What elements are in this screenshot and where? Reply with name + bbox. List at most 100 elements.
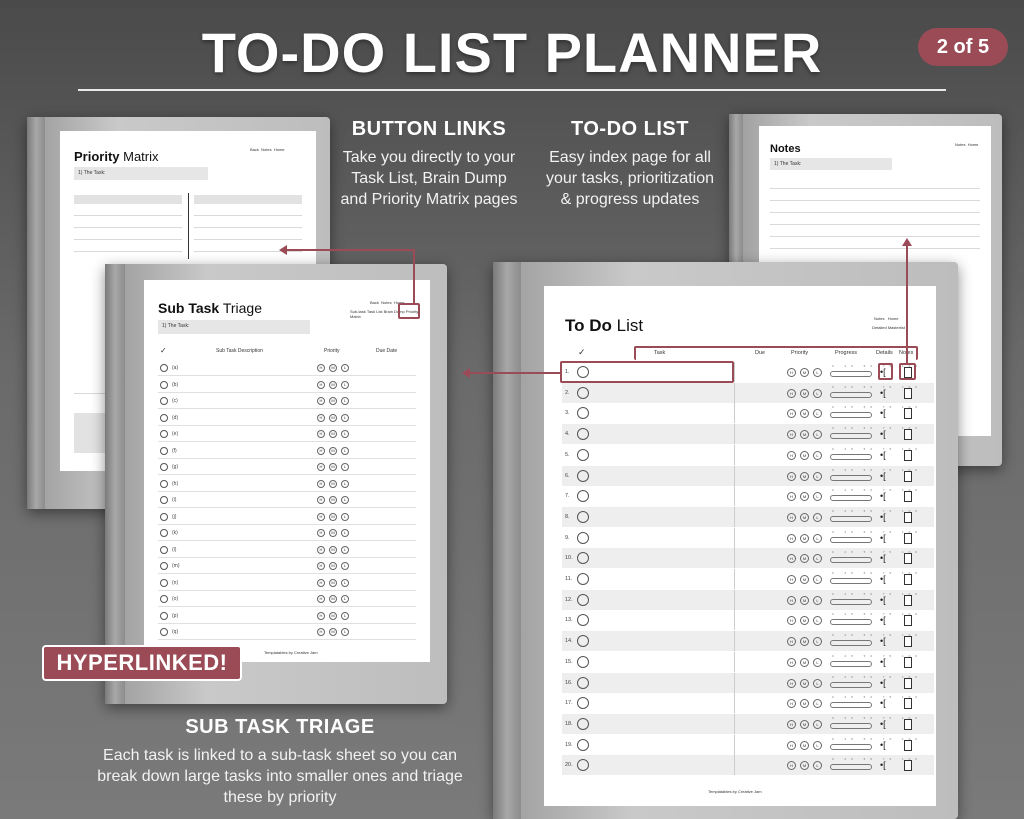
priority-l-button[interactable]: L: [813, 657, 822, 667]
priority-l-button[interactable]: L: [813, 450, 822, 460]
notes-clipboard-icon[interactable]: [904, 656, 912, 668]
priority-l-button[interactable]: L: [813, 388, 822, 398]
notes-clipboard-icon[interactable]: [904, 449, 912, 461]
priority-m-button[interactable]: M: [329, 562, 337, 570]
priority-m-button[interactable]: M: [800, 450, 809, 460]
priority-h-button[interactable]: H: [787, 409, 796, 419]
priority-m-button[interactable]: M: [329, 545, 337, 554]
details-link-icon[interactable]: •[: [880, 491, 886, 501]
sub-task-row[interactable]: (m) H M L: [158, 558, 416, 574]
progress-bar[interactable]: [830, 412, 872, 419]
sub-task-row[interactable]: (n) H M L: [158, 575, 416, 591]
priority-l-button[interactable]: L: [341, 364, 349, 372]
notes-clipboard-icon[interactable]: [904, 387, 912, 399]
priority-l-button[interactable]: L: [341, 463, 349, 471]
priority-l-button[interactable]: L: [813, 719, 822, 729]
sub-task-row[interactable]: (d) H M L: [158, 410, 416, 426]
details-link-icon[interactable]: •[: [880, 595, 886, 605]
priority-m-button[interactable]: M: [800, 761, 809, 771]
priority-h-button[interactable]: H: [787, 471, 796, 481]
progress-bar[interactable]: [830, 495, 872, 502]
priority-l-button[interactable]: L: [341, 529, 349, 537]
priority-h-button[interactable]: H: [787, 657, 796, 667]
checkbox-circle[interactable]: [160, 628, 168, 636]
progress-bar[interactable]: [830, 578, 872, 584]
checkbox-circle[interactable]: [160, 479, 168, 488]
priority-h-button[interactable]: H: [317, 611, 325, 620]
notes-clipboard-icon[interactable]: [904, 615, 912, 627]
notes-clipboard-icon[interactable]: [904, 470, 912, 482]
sub-task-row[interactable]: (k) H M L: [158, 525, 416, 541]
details-link-icon[interactable]: •[: [880, 678, 886, 688]
todo-row[interactable]: 19. H M L 0 25 50 75 100 •[: [562, 734, 934, 755]
checkbox-circle[interactable]: [577, 573, 589, 585]
priority-m-button[interactable]: M: [800, 533, 809, 543]
todo-row[interactable]: 15. H M L 0 25 50 75 100 •[: [562, 651, 934, 672]
todo-row[interactable]: 9. H M L 0 25 50 75 100 •[: [562, 527, 934, 548]
progress-bar[interactable]: [830, 619, 872, 626]
priority-m-button[interactable]: M: [329, 413, 337, 422]
priority-m-button[interactable]: M: [800, 595, 809, 605]
progress-bar[interactable]: [830, 474, 872, 481]
priority-m-button[interactable]: M: [329, 380, 337, 389]
details-link-icon[interactable]: •[: [880, 388, 886, 398]
checkbox-circle[interactable]: [577, 738, 589, 751]
priority-h-button[interactable]: H: [317, 545, 325, 554]
priority-m-button[interactable]: M: [329, 463, 337, 471]
checkbox-circle[interactable]: [577, 614, 589, 627]
todo-row[interactable]: 16. H M L 0 25 50 75 100 •[: [562, 672, 934, 693]
todo-nav[interactable]: Notes Home: [874, 316, 898, 321]
progress-bar[interactable]: [830, 557, 872, 564]
priority-matrix-nav[interactable]: Back Notes Home: [250, 147, 285, 152]
todo-row[interactable]: 14. H M L 0 25 50 75 100 •[: [562, 631, 934, 652]
progress-bar[interactable]: [830, 743, 872, 750]
details-link-icon[interactable]: •[: [880, 512, 886, 522]
notes-nav[interactable]: Notes Home: [955, 142, 978, 147]
checkbox-circle[interactable]: [160, 496, 168, 504]
sub-task-row[interactable]: (j) H M L: [158, 509, 416, 525]
sub-task-row[interactable]: (o) H M L: [158, 591, 416, 607]
checkbox-circle[interactable]: [577, 697, 589, 710]
priority-l-button[interactable]: L: [813, 533, 822, 543]
priority-h-button[interactable]: H: [317, 446, 325, 455]
priority-l-button[interactable]: L: [813, 740, 822, 750]
checkbox-circle[interactable]: [160, 595, 168, 603]
priority-m-button[interactable]: M: [800, 554, 809, 564]
priority-h-button[interactable]: H: [317, 496, 325, 504]
todo-row[interactable]: 12. H M L 0 25 50 75 100 •[: [562, 589, 934, 610]
notes-clipboard-icon[interactable]: [904, 677, 912, 689]
details-link-icon[interactable]: •[: [880, 760, 886, 770]
checkbox-circle[interactable]: [160, 463, 168, 471]
priority-l-button[interactable]: L: [813, 616, 822, 626]
details-link-icon[interactable]: •[: [880, 657, 886, 667]
priority-h-button[interactable]: H: [787, 719, 796, 729]
sub-task-row[interactable]: (b) H M L: [158, 377, 416, 393]
progress-bar[interactable]: [830, 371, 872, 377]
priority-m-button[interactable]: M: [800, 368, 809, 377]
priority-m-button[interactable]: M: [329, 430, 337, 438]
sub-task-row[interactable]: (l) H M L: [158, 542, 416, 558]
checkbox-circle[interactable]: [160, 611, 168, 620]
checkbox-circle[interactable]: [160, 397, 168, 405]
todo-row[interactable]: 2. H M L 0 25 50 75 100 •[: [562, 382, 934, 403]
priority-l-button[interactable]: L: [813, 699, 822, 709]
priority-h-button[interactable]: H: [787, 492, 796, 502]
progress-bar[interactable]: [830, 536, 872, 543]
priority-l-button[interactable]: L: [341, 512, 349, 521]
priority-h-button[interactable]: H: [787, 368, 796, 377]
details-link-icon[interactable]: •[: [880, 429, 886, 439]
priority-l-button[interactable]: L: [813, 761, 822, 771]
priority-l-button[interactable]: L: [813, 595, 822, 605]
todo-row[interactable]: 8. H M L 0 25 50 75 100 •[: [562, 506, 934, 527]
sub-task-row[interactable]: (h) H M L: [158, 476, 416, 492]
priority-h-button[interactable]: H: [317, 397, 325, 405]
priority-m-button[interactable]: M: [329, 397, 337, 405]
todo-row[interactable]: 20. H M L 0 25 50 75 100 •[: [562, 755, 934, 776]
notes-clipboard-icon[interactable]: [904, 553, 912, 565]
priority-h-button[interactable]: H: [787, 554, 796, 564]
todo-row[interactable]: 3. H M L 0 25 50 75 100 •[: [562, 403, 934, 424]
priority-m-button[interactable]: M: [329, 611, 337, 620]
priority-m-button[interactable]: M: [800, 430, 809, 440]
checkbox-circle[interactable]: [160, 545, 168, 554]
priority-l-button[interactable]: L: [813, 637, 822, 647]
